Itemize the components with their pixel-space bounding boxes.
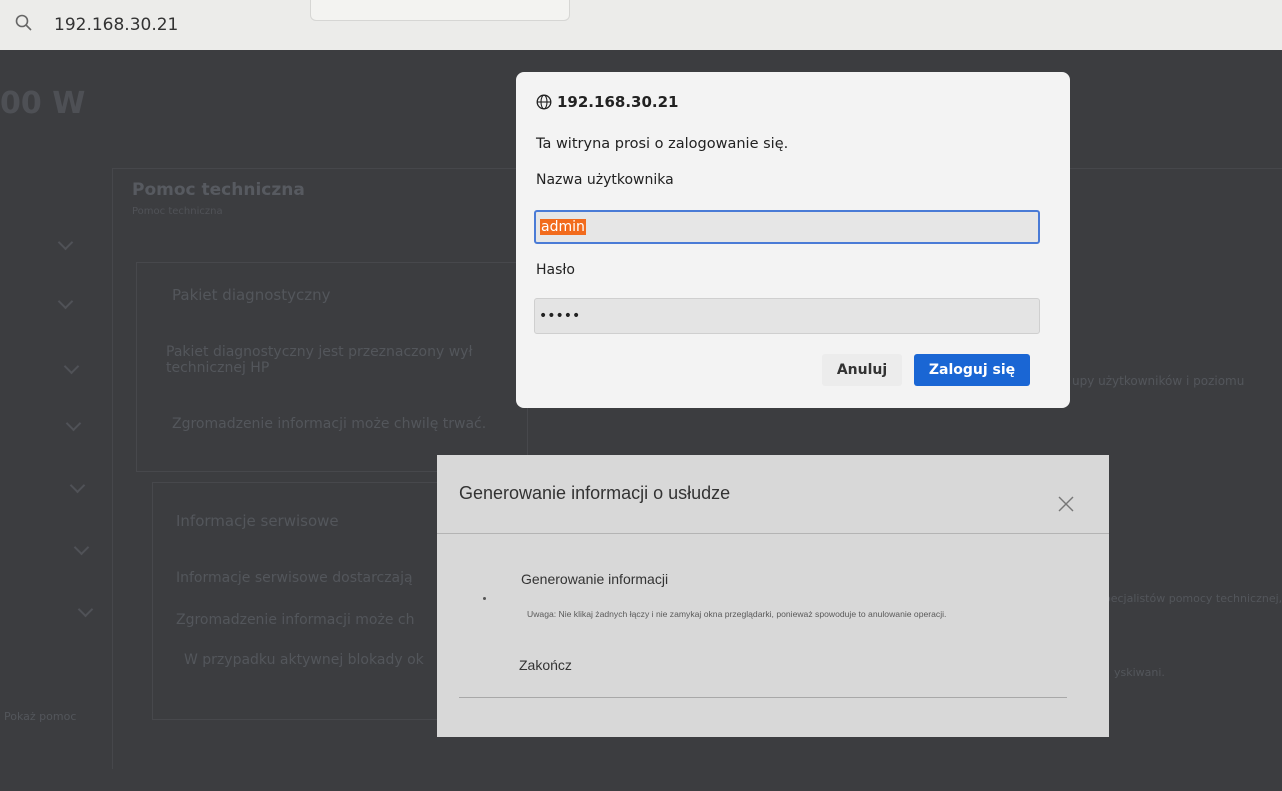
login-dialog: 192.168.30.21 Ta witryna prosi o zalogow…	[516, 72, 1070, 408]
section-title: Pomoc techniczna	[132, 180, 305, 200]
username-label: Nazwa użytkownika	[536, 172, 674, 188]
dialog-divider	[437, 533, 1109, 534]
dialog-bottom-divider	[459, 697, 1067, 698]
service-title[interactable]: Informacje serwisowe	[176, 512, 339, 530]
service-info-dialog: Generowanie informacji o usłudze Generow…	[437, 455, 1109, 737]
password-label: Hasło	[536, 262, 575, 278]
chevron-down-icon[interactable]	[57, 293, 74, 310]
search-icon	[15, 14, 32, 31]
page-title-fragment: 00 W	[0, 86, 86, 121]
cancel-button[interactable]: Anuluj	[822, 354, 902, 386]
service-text: Zgromadzenie informacji może ch	[176, 612, 415, 628]
background-left-text: Pokaż pomoc	[4, 710, 77, 723]
diagnostics-title[interactable]: Pakiet diagnostyczny	[172, 286, 330, 304]
progress-indicator	[483, 597, 486, 600]
progress-step-label: Generowanie informacji	[521, 571, 669, 587]
globe-icon	[536, 94, 552, 110]
chevron-down-icon[interactable]	[65, 415, 82, 432]
login-button[interactable]: Zaloguj się	[914, 354, 1030, 386]
service-text: Informacje serwisowe dostarczają	[176, 570, 413, 586]
username-field[interactable]: admin	[534, 210, 1040, 244]
username-value: admin	[540, 219, 586, 235]
chevron-down-icon[interactable]	[77, 601, 94, 618]
dialog-title: Generowanie informacji o usłudze	[459, 483, 731, 503]
password-field[interactable]: •••••	[534, 298, 1040, 334]
dialog-host: 192.168.30.21	[536, 93, 678, 111]
chevron-down-icon[interactable]	[69, 477, 86, 494]
browser-url-bar: 192.168.30.21	[0, 0, 1282, 50]
diagnostics-text: Pakiet diagnostyczny jest przeznaczony w…	[166, 344, 473, 360]
login-prompt: Ta witryna prosi o zalogowanie się.	[536, 136, 789, 152]
warning-note: Uwaga: Nie klikaj żadnych łączy i nie za…	[527, 609, 947, 619]
url-input[interactable]: 192.168.30.21	[54, 15, 178, 35]
background-right-text: upy użytkowników i poziomu	[1072, 374, 1245, 388]
diagnostics-text: technicznej HP	[166, 360, 270, 376]
browser-tab-edge	[310, 0, 570, 21]
chevron-down-icon[interactable]	[57, 234, 74, 251]
host-label: 192.168.30.21	[557, 93, 679, 111]
close-icon[interactable]	[1057, 495, 1075, 513]
chevron-down-icon[interactable]	[73, 539, 90, 556]
background-right-text: yskiwani.	[1114, 666, 1165, 679]
service-text: W przypadku aktywnej blokady ok	[184, 652, 424, 668]
finish-button[interactable]: Zakończ	[519, 657, 572, 673]
background-right-text: specjalistów pomocy technicznej, kopiow	[1098, 592, 1282, 605]
chevron-down-icon[interactable]	[63, 358, 80, 375]
diagnostics-text: Zgromadzenie informacji może chwilę trwa…	[172, 416, 487, 432]
password-value: •••••	[539, 308, 581, 324]
section-subtitle: Pomoc techniczna	[132, 206, 223, 217]
